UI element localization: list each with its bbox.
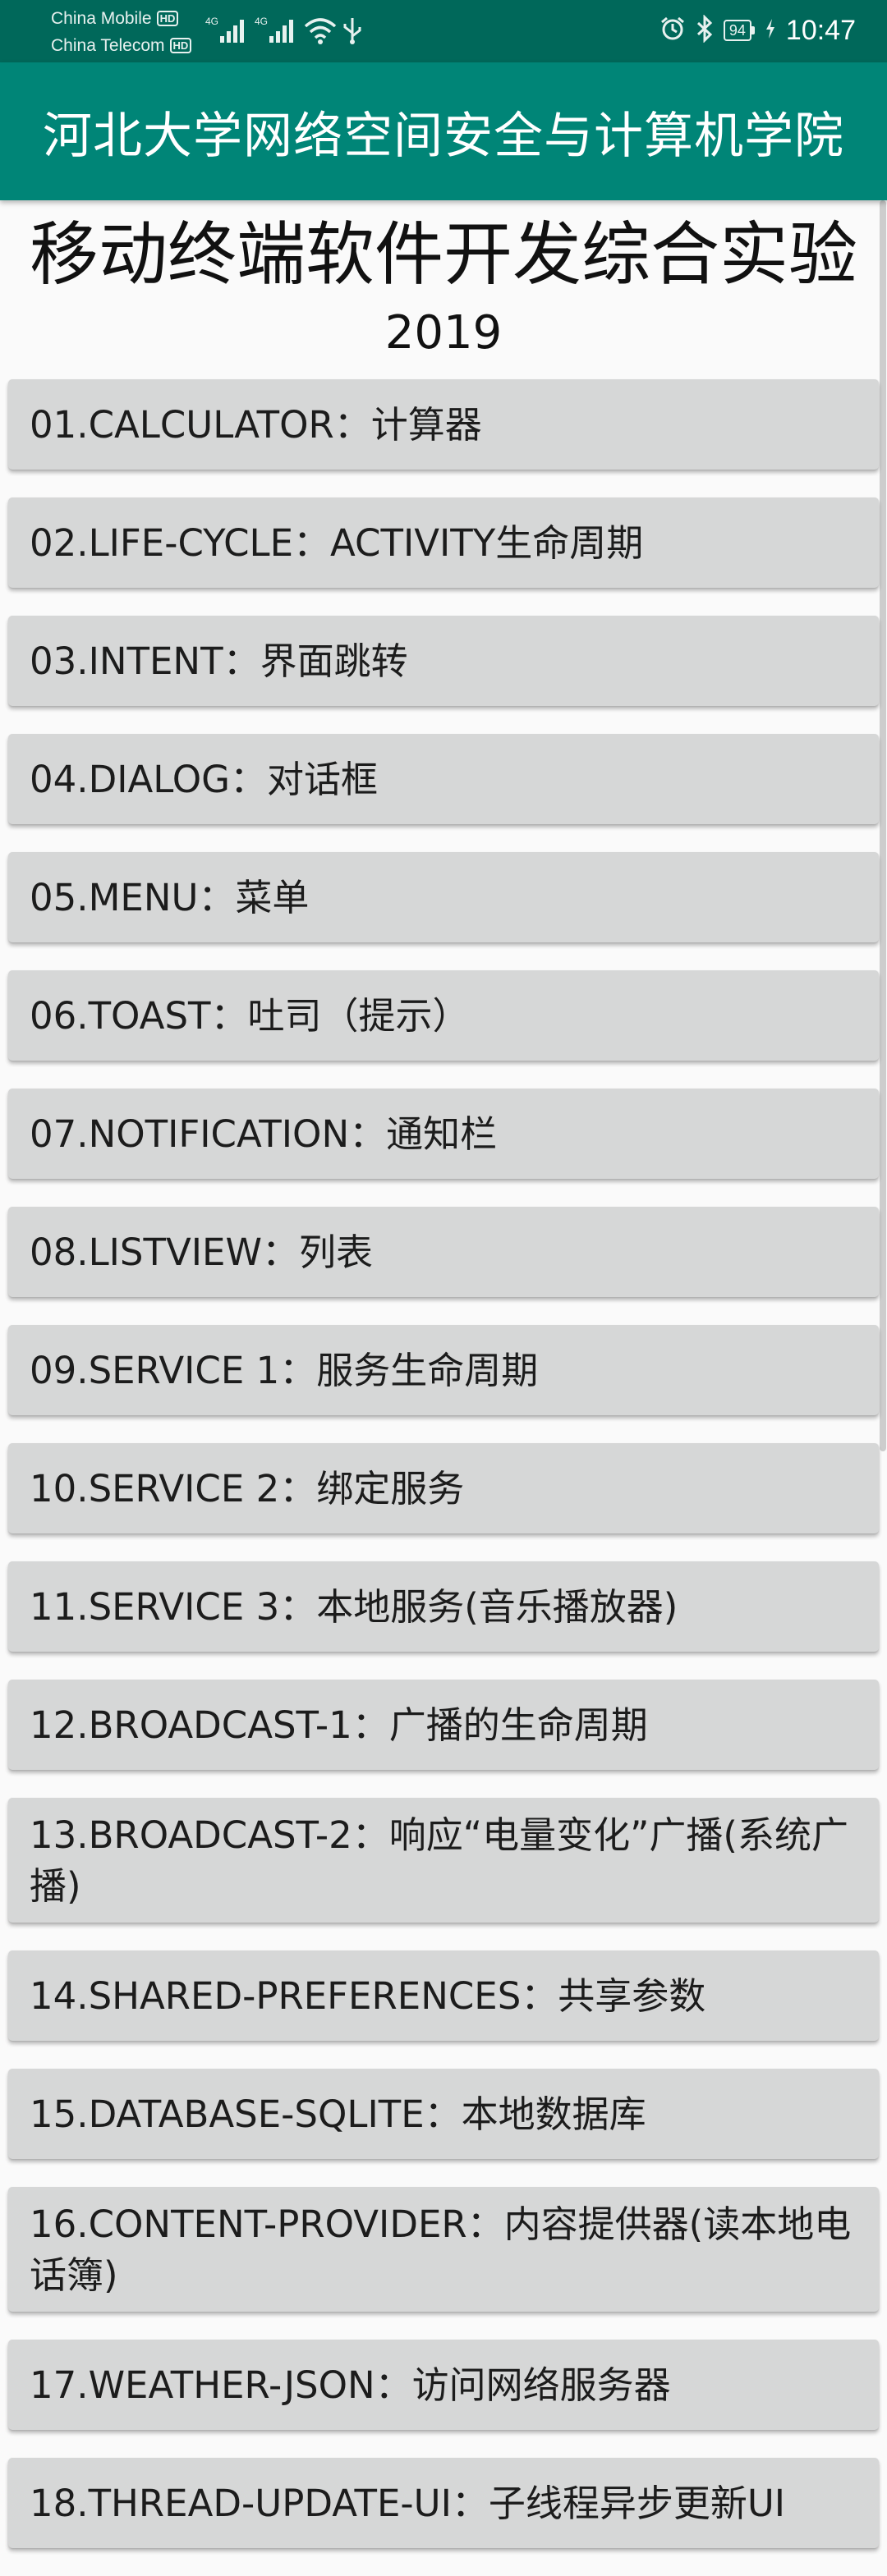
alarm-icon (660, 16, 686, 46)
hd-badge: HD (169, 38, 192, 53)
button-label: 07.NOTIFICATION：通知栏 (30, 1112, 498, 1156)
experiment-button-menu[interactable]: 05.MENU：菜单 (8, 852, 879, 942)
experiment-button-service-1[interactable]: 09.SERVICE 1：服务生命周期 (8, 1325, 879, 1415)
experiment-button-life-cycle[interactable]: 02.LIFE-CYCLE：ACTIVITY生命周期 (8, 497, 879, 588)
button-label: 17.WEATHER-JSON：访问网络服务器 (30, 2363, 671, 2407)
system-status: 94 10:47 (660, 11, 856, 49)
button-label: 08.LISTVIEW：列表 (30, 1231, 373, 1274)
experiment-button-toast[interactable]: 06.TOAST：吐司（提示） (8, 970, 879, 1061)
experiment-button-notification[interactable]: 07.NOTIFICATION：通知栏 (8, 1089, 879, 1179)
experiment-button-thread-update-ui[interactable]: 18.THREAD-UPDATE-UI：子线程异步更新UI (8, 2458, 879, 2548)
signal-icon: 4G (205, 15, 250, 44)
battery-icon: 94 (723, 20, 755, 41)
app-bar-title: 河北大学网络空间安全与计算机学院 (43, 107, 844, 165)
experiment-button-content-provider[interactable]: 16.CONTENT-PROVIDER：内容提供器(读本地电话簿) (8, 2187, 879, 2312)
experiment-button-listview[interactable]: 08.LISTVIEW：列表 (8, 1207, 879, 1297)
button-label: 02.LIFE-CYCLE：ACTIVITY生命周期 (30, 521, 644, 565)
button-label: 14.SHARED-PREFERENCES：共享参数 (30, 1974, 706, 2018)
carrier-1-label: China Mobile (51, 9, 152, 28)
hd-badge: HD (156, 11, 179, 26)
experiment-button-service-3[interactable]: 11.SERVICE 3：本地服务(音乐播放器) (8, 1561, 879, 1652)
experiment-button-calculator[interactable]: 01.CALCULATOR：计算器 (8, 379, 879, 470)
charging-icon (765, 18, 776, 44)
button-label: 11.SERVICE 3：本地服务(音乐播放器) (30, 1585, 678, 1629)
button-label: 12.BROADCAST-1：广播的生命周期 (30, 1703, 648, 1747)
experiment-button-shared-preferences[interactable]: 14.SHARED-PREFERENCES：共享参数 (8, 1950, 879, 2041)
year-label: 2019 (384, 306, 503, 360)
button-label: 13.BROADCAST-2：响应“电量变化”广播(系统广播) (30, 1813, 848, 1908)
button-label: 05.MENU：菜单 (30, 876, 310, 919)
button-label: 03.INTENT：界面跳转 (30, 639, 408, 683)
scrollbar[interactable] (880, 200, 886, 1451)
experiment-button-weather-json[interactable]: 17.WEATHER-JSON：访问网络服务器 (8, 2340, 879, 2430)
experiment-button-dialog[interactable]: 04.DIALOG：对话框 (8, 734, 879, 824)
network-icons: 4G 4G (205, 15, 363, 44)
battery-level: 94 (723, 20, 751, 41)
status-bar: China Mobile HD China Telecom HD 4G 4G 9… (0, 0, 887, 62)
experiment-button-intent[interactable]: 03.INTENT：界面跳转 (8, 616, 879, 706)
button-label: 18.THREAD-UPDATE-UI：子线程异步更新UI (30, 2482, 786, 2525)
experiment-button-service-2[interactable]: 10.SERVICE 2：绑定服务 (8, 1443, 879, 1533)
carrier-info: China Mobile HD China Telecom HD (51, 5, 192, 59)
experiment-button-database-sqlite[interactable]: 15.DATABASE-SQLITE：本地数据库 (8, 2069, 879, 2159)
network-type-label: 4G (255, 16, 268, 27)
button-label: 16.CONTENT-PROVIDER：内容提供器(读本地电话簿) (30, 2202, 852, 2297)
button-label: 09.SERVICE 1：服务生命周期 (30, 1349, 539, 1392)
button-label: 10.SERVICE 2：绑定服务 (30, 1467, 465, 1510)
button-label: 06.TOAST：吐司（提示） (30, 994, 470, 1038)
clock: 10:47 (785, 14, 856, 46)
experiment-button-broadcast-1[interactable]: 12.BROADCAST-1：广播的生命周期 (8, 1680, 879, 1770)
experiment-list: 01.CALCULATOR：计算器 02.LIFE-CYCLE：ACTIVITY… (8, 379, 879, 2576)
network-type-label: 4G (205, 16, 218, 27)
wifi-icon (304, 16, 337, 44)
button-label: 15.DATABASE-SQLITE：本地数据库 (30, 2092, 646, 2136)
carrier-2-label: China Telecom (51, 36, 165, 55)
signal-icon: 4G (255, 15, 299, 44)
page-title: 移动终端软件开发综合实验 (29, 214, 857, 295)
bluetooth-icon (696, 13, 714, 47)
app-bar: 河北大学网络空间安全与计算机学院 (0, 62, 887, 200)
button-label: 04.DIALOG：对话框 (30, 758, 379, 801)
button-label: 01.CALCULATOR：计算器 (30, 403, 482, 447)
usb-icon (342, 16, 363, 44)
experiment-button-broadcast-2[interactable]: 13.BROADCAST-2：响应“电量变化”广播(系统广播) (8, 1798, 879, 1923)
